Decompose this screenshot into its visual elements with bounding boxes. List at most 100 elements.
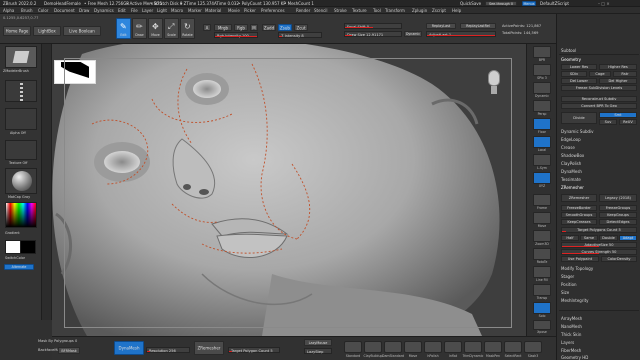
dynamesh-item[interactable]: DynaMesh bbox=[561, 169, 582, 174]
stager-item[interactable]: Stager bbox=[561, 274, 574, 279]
xpose-button[interactable]: Xpose bbox=[533, 320, 551, 334]
scale-button[interactable]: ⤢ Scale bbox=[164, 18, 179, 39]
menu-item[interactable]: Document bbox=[54, 8, 75, 13]
smooth-groups-button[interactable]: SmoothGroups bbox=[561, 212, 597, 218]
stroke-thumbnail[interactable] bbox=[5, 80, 37, 102]
zremesher-button[interactable]: ZRemesher bbox=[561, 194, 597, 202]
brush-claybuildup[interactable]: ClayBuildup bbox=[364, 341, 383, 358]
convert-bpr-button[interactable]: Convert BPR To Geo bbox=[561, 103, 637, 109]
freeze-subdiv-button[interactable]: Freeze SubDivision Levels bbox=[561, 85, 637, 91]
canvas-viewport[interactable] bbox=[52, 44, 526, 336]
dynamesh-button[interactable]: DynaMesh bbox=[114, 341, 144, 355]
zcut-button[interactable]: Zcut bbox=[294, 24, 308, 31]
legacy-button[interactable]: Legacy (2018) bbox=[599, 194, 637, 202]
size-item[interactable]: Size bbox=[561, 290, 569, 295]
thick-skin-item[interactable]: Thick Skin bbox=[561, 332, 581, 337]
adjust-last-slider[interactable]: AdjustLast 1 bbox=[426, 31, 496, 37]
lightbox-button[interactable]: LightBox bbox=[33, 26, 61, 36]
keep-groups-button[interactable]: KeepGroups bbox=[599, 212, 637, 218]
brush-slash3[interactable]: Slash3 bbox=[524, 341, 542, 358]
edge-loop-item[interactable]: EdgeLoop bbox=[561, 137, 581, 142]
brush-hpolish[interactable]: hPolish bbox=[424, 341, 442, 358]
target-poly-bottom-slider[interactable]: Target Polygon Count 5 bbox=[228, 347, 280, 353]
zremesher-bottom-button[interactable]: ZRemesher bbox=[194, 341, 224, 355]
rotate-button[interactable]: ↻ Rotate bbox=[180, 18, 195, 39]
see-through-slider[interactable]: See-through 0 bbox=[485, 1, 517, 6]
adaptive-size-slider[interactable]: AdaptiveSize 50 bbox=[561, 242, 637, 248]
edit-button[interactable]: ✎ Edit bbox=[116, 18, 131, 39]
reconstruct-subdiv-button[interactable]: Reconstruct Subdiv bbox=[561, 96, 637, 102]
layers-item[interactable]: Layers bbox=[561, 340, 574, 345]
detect-edges-button[interactable]: DetectEdges bbox=[599, 219, 637, 225]
modify-topology-item[interactable]: Modify Topology bbox=[561, 266, 593, 271]
fiber-mesh-item[interactable]: FiberMesh bbox=[561, 348, 581, 353]
del-higher-button[interactable]: Del Higher bbox=[599, 78, 637, 84]
lazystep-slider[interactable]: LazyStep bbox=[304, 348, 332, 354]
home-page-button[interactable]: Home Page bbox=[3, 26, 31, 36]
default-zscript[interactable]: DefaultZScript bbox=[540, 1, 569, 6]
menu-item[interactable]: Draw bbox=[79, 8, 89, 13]
m-button[interactable]: M bbox=[250, 24, 258, 31]
line-fill-button[interactable]: Line Fill bbox=[533, 266, 551, 282]
menu-item[interactable]: Tool bbox=[373, 8, 381, 13]
zadd-button[interactable]: Zadd bbox=[262, 24, 276, 31]
menu-item[interactable]: Color bbox=[38, 8, 48, 13]
mrgb-button[interactable]: Mrgb bbox=[214, 24, 232, 31]
alternate-button[interactable]: Alternate bbox=[4, 264, 34, 270]
rotate-view-button[interactable]: RotaTe bbox=[533, 248, 551, 264]
menu-item[interactable]: Material bbox=[205, 8, 221, 13]
double-button[interactable]: Double bbox=[599, 235, 618, 241]
target-poly-slider[interactable]: Target Polygons Count 5 bbox=[561, 227, 637, 233]
menu-item[interactable]: Preferences bbox=[261, 8, 285, 13]
crease-item[interactable]: Crease bbox=[561, 145, 575, 150]
sdiv-slider[interactable]: SDiv bbox=[561, 71, 587, 77]
menus-button[interactable]: Menus bbox=[522, 1, 536, 6]
menu-item[interactable]: Zplugin bbox=[412, 8, 427, 13]
array-mesh-item[interactable]: ArrayMesh bbox=[561, 316, 582, 321]
alpha-thumbnail[interactable] bbox=[5, 108, 37, 130]
menu-item[interactable]: Layer bbox=[142, 8, 153, 13]
secondary-color-swatch[interactable] bbox=[20, 240, 36, 254]
claypolish-item[interactable]: ClayPolish bbox=[561, 161, 581, 166]
lower-res-button[interactable]: Lower Res bbox=[561, 64, 597, 70]
subtool-header[interactable]: Subtool bbox=[561, 48, 576, 53]
a-button[interactable]: A bbox=[203, 24, 211, 31]
lsym-button[interactable]: L.Sym bbox=[533, 154, 551, 170]
menu-item[interactable]: Brush bbox=[21, 8, 33, 13]
menu-item[interactable]: Help bbox=[452, 8, 461, 13]
higher-res-button[interactable]: Higher Res bbox=[599, 64, 637, 70]
live-boolean-button[interactable]: Live Boolean bbox=[63, 26, 101, 36]
rstr-button[interactable]: Rstr bbox=[613, 71, 637, 77]
move-view-button[interactable]: Move bbox=[533, 212, 551, 228]
switch-color-label[interactable]: SwitchColor bbox=[5, 256, 25, 260]
quicksave-button[interactable]: QuickSave bbox=[460, 1, 481, 6]
geometry-header[interactable]: Geometry bbox=[561, 57, 581, 62]
reuv-toggle[interactable]: ReUV bbox=[619, 119, 637, 125]
del-lower-button[interactable]: Del Lower bbox=[561, 78, 597, 84]
window-controls-icon[interactable]: – □ × bbox=[598, 1, 610, 6]
menu-item[interactable]: Zscript bbox=[432, 8, 446, 13]
bfr-mask-button[interactable]: BFRMask bbox=[58, 347, 80, 354]
brush-inflat[interactable]: Inflat bbox=[444, 341, 462, 358]
move-button[interactable]: ✥ Move bbox=[148, 18, 163, 39]
position-item[interactable]: Position bbox=[561, 282, 577, 287]
menu-item[interactable]: Stencil bbox=[314, 8, 328, 13]
brush-maskpen[interactable]: MaskPen bbox=[484, 341, 502, 358]
floor-button[interactable]: Floor bbox=[533, 118, 551, 134]
brush-move[interactable]: Move bbox=[404, 341, 422, 358]
menu-item[interactable]: Render bbox=[296, 8, 310, 13]
dynamic-button[interactable]: Dynamic bbox=[404, 31, 422, 37]
spix-button[interactable]: SPix 3 bbox=[533, 64, 551, 80]
material-thumbnail[interactable] bbox=[5, 168, 37, 194]
use-polypaint-toggle[interactable]: Use Polypaint bbox=[561, 256, 599, 262]
resolution-slider[interactable]: Resolution 256 bbox=[146, 347, 190, 353]
freeze-groups-button[interactable]: FreezeGroups bbox=[599, 205, 637, 211]
menu-item[interactable]: Light bbox=[157, 8, 167, 13]
bpr-button[interactable]: BPR bbox=[533, 46, 551, 62]
menu-item[interactable]: Stroke bbox=[334, 8, 347, 13]
zoom3d-button[interactable]: Zoom3D bbox=[533, 230, 551, 246]
menu-item[interactable]: Dynamics bbox=[94, 8, 114, 13]
curves-strength-slider[interactable]: Curves Strength 50 bbox=[561, 249, 637, 255]
menu-item[interactable]: Alpha bbox=[3, 8, 14, 13]
menu-item[interactable]: Macro bbox=[171, 8, 183, 13]
